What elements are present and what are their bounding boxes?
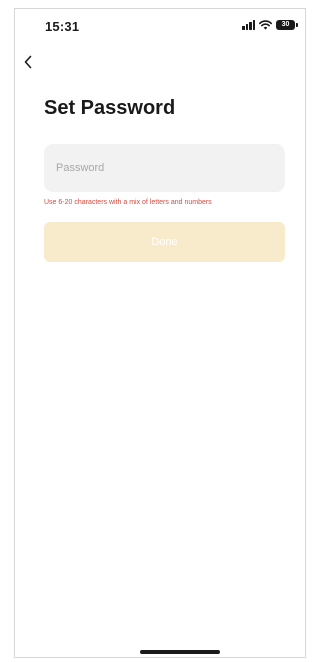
signal-icon <box>242 20 255 30</box>
password-input[interactable] <box>44 144 285 192</box>
wifi-icon <box>259 20 272 30</box>
password-hint: Use 6-20 characters with a mix of letter… <box>44 199 212 206</box>
status-bar: 15:31 30 <box>15 9 305 43</box>
chevron-left-icon <box>24 55 32 69</box>
home-indicator[interactable] <box>140 650 220 654</box>
status-icons: 30 <box>242 20 298 30</box>
back-button[interactable] <box>17 51 39 73</box>
status-time: 15:31 <box>45 19 80 34</box>
page-title: Set Password <box>44 97 176 119</box>
battery-icon: 30 <box>276 20 298 30</box>
done-button[interactable]: Done <box>44 222 285 262</box>
phone-screen: 15:31 30 Set Password Use 6-20 character… <box>14 8 306 658</box>
